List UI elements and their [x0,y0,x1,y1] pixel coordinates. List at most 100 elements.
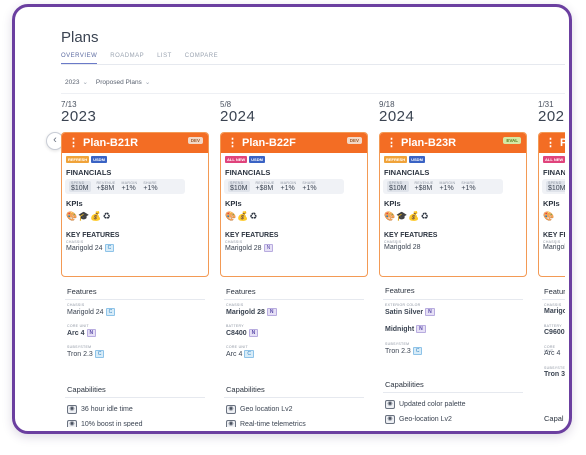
feature-value: Arc 4N [67,329,97,337]
capability-text: Updated color palette [399,401,466,408]
plan-card[interactable]: ⋮ Plan-B23R EVAL REFRESH USDM FINANCIALS SPEND… [379,132,527,277]
financial-metric: REVENUE +$8M [256,181,275,192]
financial-metric: SPEND $10M [228,181,250,192]
feature-label: SUBSYSTEM [544,366,565,370]
financial-metric-value: +$8M [414,185,433,192]
page-title: Plans [61,29,99,46]
financial-metric-value: $10M [548,185,565,192]
capability-text: 36 hour idle time [81,406,133,413]
more-icon[interactable]: ⋮ [386,137,397,149]
tab-roadmap[interactable]: ROADMAP [110,53,144,64]
feature-value: Marigold 28 N [226,308,277,316]
feature-value: Tron 3 [544,371,565,378]
more-icon[interactable]: ⋮ [227,137,238,149]
key-features-heading: KEY FEATURES [543,232,565,239]
status-chip: N [263,244,274,252]
plan-tags: REFRESH USDM [380,153,526,163]
financial-metric-value: +1% [461,185,476,192]
key-features-heading: KEY FEATURES [66,232,120,239]
capabilities-divider [224,397,364,398]
feature-label: SUBSYSTEM [67,345,92,349]
financials-heading: FINANCIALS [384,168,430,177]
capability-item: ◉ Real-time telemetrics [226,420,306,427]
kpis-heading: KPIs [225,199,242,208]
plan-type-tag: ALL NEW [225,156,248,163]
feature-value-text: C9600 [544,329,565,336]
kpi-icons: 🎨💰♻ [225,211,259,221]
kpi-icons: 🎨🎓💰♻ [384,211,430,221]
plan-card-header[interactable]: ⋮ Plan-B22F DEV [221,133,367,153]
key-feature-text: Marigold 24 [66,245,103,252]
financial-metric: MARGIN +1% [281,181,297,192]
status-badge: EVAL [503,137,521,144]
capability-icon: ◉ [385,400,395,409]
features-heading: Features [67,287,97,296]
status-chip: N [248,329,259,337]
financials-heading: FINANCIALS [66,168,112,177]
plan-date: 5/8 2024 [220,100,368,124]
financials-grid: SPEND $10M REVENUE +$8M MARGIN +1% SHARE +1% [224,179,344,194]
capability-text: Real-time telemetrics [240,421,306,427]
key-feature-value: Marigold 24 C [62,244,208,252]
capability-icon: ◉ [67,420,77,427]
plan-tags: ALL NEW [539,153,565,163]
financial-metric: SPEND $10M [387,181,409,192]
financials-grid: SPEND $10M REVENUE +$8M MARGIN +1% SHARE +1% [383,179,503,194]
plan-card[interactable]: ⋮ Plan-B22F DEV ALL NEW USDM FINANCIALS SPEND $… [220,132,368,277]
tab-compare[interactable]: COMPARE [185,53,218,64]
plan-card-header[interactable]: ⋮ Plan-B21R DEV [62,133,208,153]
key-feature-text: Marigold 28 [384,244,421,251]
feature-value-text: Marigold [544,308,565,315]
financial-metric-value: +1% [280,185,295,192]
device-frame: Plans OVERVIEW ROADMAP LIST COMPARE 2023… [12,4,572,434]
feature-value-text: Arc 4 [67,330,85,337]
feature-label: SUBSYSTEM [385,342,410,346]
financial-metric: REVENUE +$8M [415,181,434,192]
plan-name: Plan-B23R [401,137,457,149]
financial-metric-value: +$8M [96,185,115,192]
more-icon[interactable]: ⋮ [68,137,79,149]
financials-heading: FINANCIALS [543,168,565,177]
features-divider [383,299,523,300]
feature-value-text: Tron 3 [544,371,565,378]
plan-market-tag: USDM [249,156,265,163]
capability-icon: ◉ [226,420,236,427]
plan-card[interactable]: ⋮ Plan-B24F ALL NEW FINANCIALS SPEND$10M KPIs… [538,132,565,277]
feature-value-text: Satin Silver [385,309,424,316]
more-icon[interactable]: ⋮ [545,137,556,149]
financial-metric: MARGIN +1% [440,181,456,192]
financial-metric-value: +1% [439,185,454,192]
plan-card-header[interactable]: ⋮ Plan-B24F [539,133,565,153]
date-year: 2023 [61,108,97,125]
plan-date: 1/312025 [538,100,565,124]
plan-name: Plan-B24F [560,137,565,149]
financial-metric-value: +1% [143,185,158,192]
status-chip: C [244,350,254,358]
year-filter[interactable]: 2023 ⌄ [65,78,88,86]
capability-text: Geo location Lv2 [240,406,293,413]
status-chip: N [86,329,97,337]
features-divider [65,299,205,300]
feature-value: Satin Silver N [385,308,435,316]
plan-tags: REFRESH USDM [62,153,208,163]
capability-icon: ◉ [385,415,395,424]
date-year: 2024 [220,108,256,125]
tab-overview[interactable]: OVERVIEW [61,53,98,64]
status-chip: N [416,325,426,333]
plan-card-header[interactable]: ⋮ Plan-B23R EVAL [380,133,526,153]
key-feature-text: Marigold 28 [225,245,262,252]
capability-text: Geo-location Lv2 [399,416,452,423]
capabilities-heading: Capabilities [385,380,424,389]
features-divider [224,299,364,300]
feature-value: Midnight N [385,325,426,333]
feature-value-text: Marigold 24 [67,309,104,316]
feature-value: Marigold [544,308,565,315]
plan-date: 7/13 2023 [61,100,209,124]
feature-label: CORE UNIT [67,324,89,328]
capability-icon: ◉ [226,405,236,414]
plans-filter[interactable]: Proposed Plans ⌄ [96,78,150,86]
key-feature-value: Marigold [539,244,565,251]
capabilities-divider [65,397,205,398]
plan-card[interactable]: ⋮ Plan-B21R DEV REFRESH USDM FINANCIALS SPEND $… [61,132,209,277]
tab-list[interactable]: LIST [157,53,172,64]
